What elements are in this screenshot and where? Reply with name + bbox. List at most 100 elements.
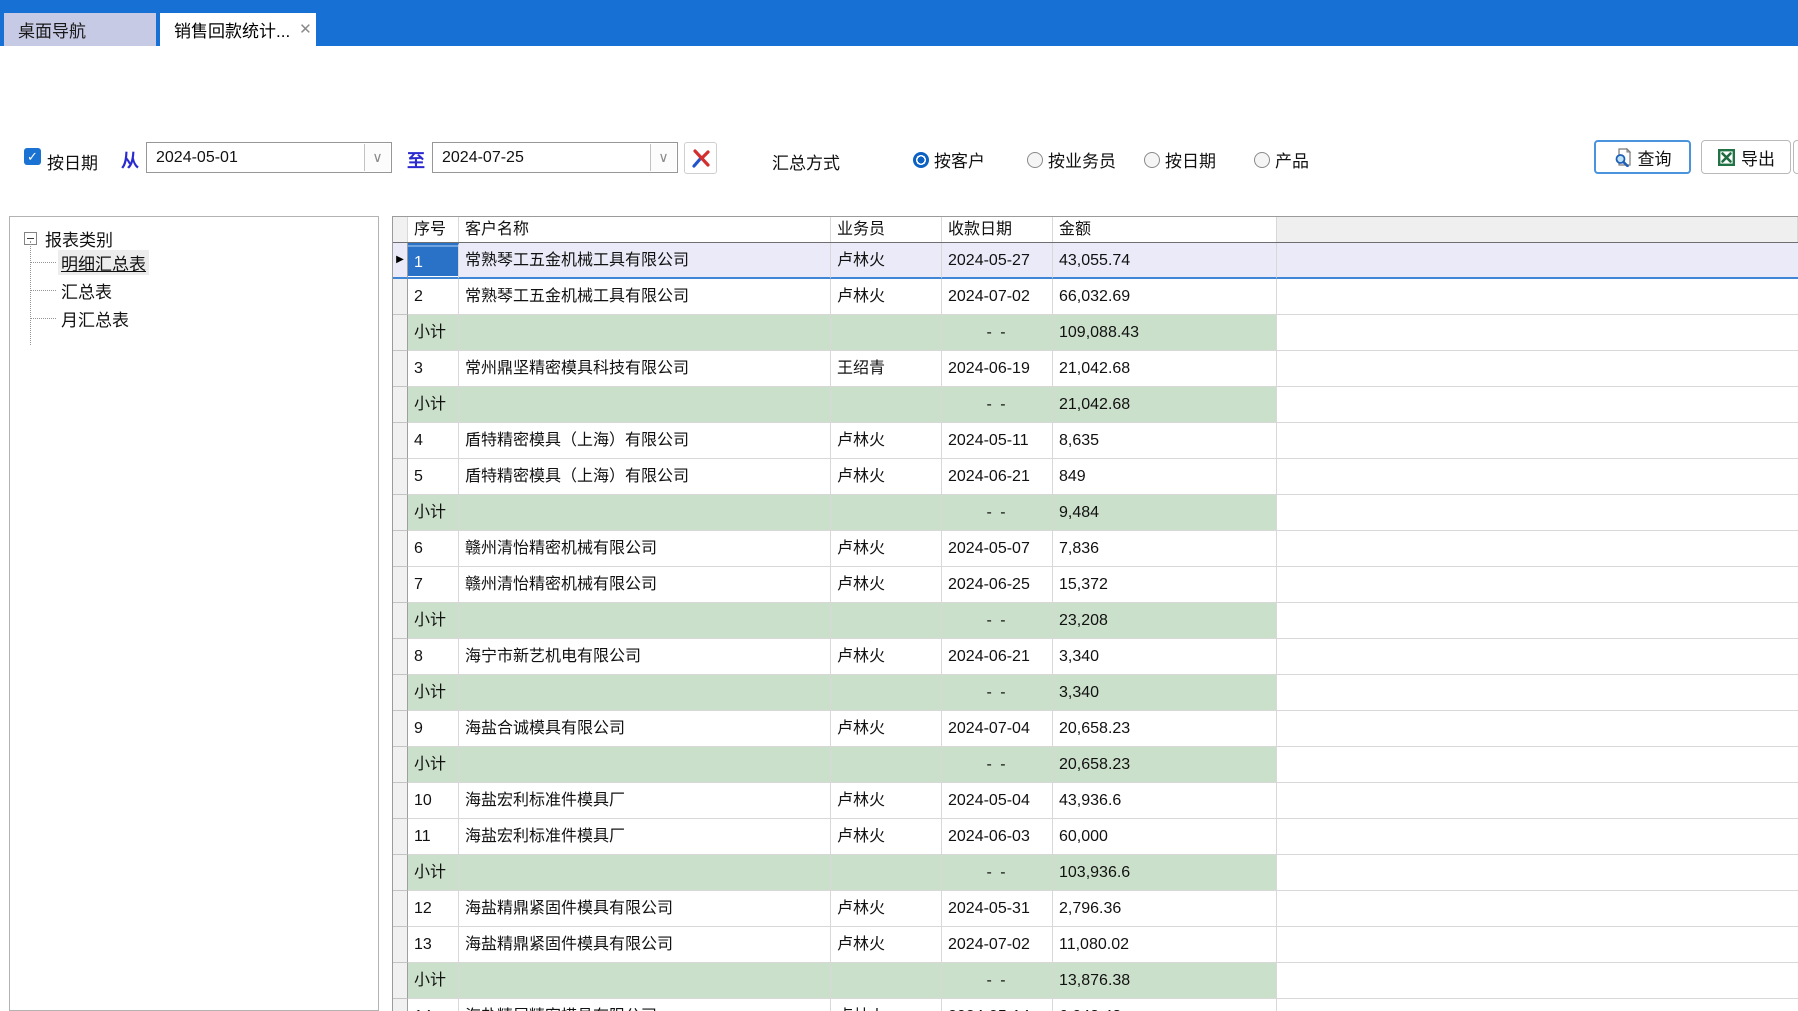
cell-salesperson[interactable] xyxy=(831,675,942,711)
cell-amount[interactable]: 7,836 xyxy=(1053,531,1277,567)
cell-date[interactable]: 2024-07-02 xyxy=(942,927,1053,963)
row-header-cell[interactable] xyxy=(393,387,408,423)
cell-no[interactable]: 小计 xyxy=(408,387,459,423)
row-header-cell[interactable] xyxy=(393,279,408,315)
tree-item-summary[interactable]: 汇总表 xyxy=(58,278,115,302)
table-row[interactable]: 11海盐宏利标准件模具厂卢林火2024-06-0360,000 xyxy=(393,819,1798,855)
cell-customer[interactable]: 盾特精密模具（上海）有限公司 xyxy=(459,423,831,459)
cell-no[interactable]: 小计 xyxy=(408,603,459,639)
cell-date[interactable]: 2024-06-21 xyxy=(942,639,1053,675)
cell-no[interactable]: 小计 xyxy=(408,855,459,891)
cell-customer[interactable]: 赣州清怡精密机械有限公司 xyxy=(459,531,831,567)
partial-hidden-button[interactable] xyxy=(1793,140,1798,174)
row-header-cell[interactable] xyxy=(393,351,408,387)
cell-customer[interactable] xyxy=(459,855,831,891)
col-header-amount[interactable]: 金额 xyxy=(1053,217,1277,242)
cell-date[interactable]: - - xyxy=(942,603,1053,639)
cell-customer[interactable] xyxy=(459,675,831,711)
row-header-cell[interactable] xyxy=(393,819,408,855)
row-header-cell[interactable] xyxy=(393,963,408,999)
cell-no[interactable]: 小计 xyxy=(408,315,459,351)
cell-customer[interactable]: 海盐宏利标准件模具厂 xyxy=(459,783,831,819)
subtotal-row[interactable]: 小计- -23,208 xyxy=(393,603,1798,639)
table-row[interactable]: ▶1常熟琴工五金机械工具有限公司卢林火2024-05-2743,055.74 xyxy=(393,243,1798,279)
cell-date[interactable]: - - xyxy=(942,855,1053,891)
row-header-cell[interactable] xyxy=(393,927,408,963)
row-header-cell[interactable] xyxy=(393,747,408,783)
table-row[interactable]: 2常熟琴工五金机械工具有限公司卢林火2024-07-0266,032.69 xyxy=(393,279,1798,315)
cell-date[interactable]: 2024-06-03 xyxy=(942,819,1053,855)
col-header-customer[interactable]: 客户名称 xyxy=(459,217,831,242)
cell-date[interactable]: 2024-06-21 xyxy=(942,459,1053,495)
cell-customer[interactable]: 海盐精鼎紧固件模具有限公司 xyxy=(459,891,831,927)
tree-item-detail-summary[interactable]: 明细汇总表 xyxy=(58,250,149,274)
by-date-checkbox[interactable]: ✓ xyxy=(24,148,41,165)
subtotal-row[interactable]: 小计- -21,042.68 xyxy=(393,387,1798,423)
cell-date[interactable]: - - xyxy=(942,963,1053,999)
cell-no[interactable]: 12 xyxy=(408,891,459,927)
cell-salesperson[interactable] xyxy=(831,495,942,531)
row-header-cell[interactable] xyxy=(393,639,408,675)
table-row[interactable]: 9海盐合诚模具有限公司卢林火2024-07-0420,658.23 xyxy=(393,711,1798,747)
cell-no[interactable]: 4 xyxy=(408,423,459,459)
cell-amount[interactable]: 43,936.6 xyxy=(1053,783,1277,819)
query-button[interactable]: 查询 xyxy=(1594,140,1691,174)
subtotal-row[interactable]: 小计- -13,876.38 xyxy=(393,963,1798,999)
cell-salesperson[interactable]: 卢林火 xyxy=(831,459,942,495)
row-header-cell[interactable] xyxy=(393,675,408,711)
chevron-down-icon[interactable]: ∨ xyxy=(364,144,390,171)
cell-date[interactable]: 2024-05-31 xyxy=(942,891,1053,927)
cell-salesperson[interactable] xyxy=(831,315,942,351)
cell-salesperson[interactable]: 卢林火 xyxy=(831,711,942,747)
row-header-cell[interactable] xyxy=(393,603,408,639)
cell-amount[interactable]: 9,484 xyxy=(1053,495,1277,531)
subtotal-row[interactable]: 小计- -20,658.23 xyxy=(393,747,1798,783)
radio-by-salesperson[interactable]: 按业务员 xyxy=(1027,147,1116,172)
cell-amount[interactable]: 849 xyxy=(1053,459,1277,495)
cell-no[interactable]: 5 xyxy=(408,459,459,495)
cell-customer[interactable] xyxy=(459,387,831,423)
cell-customer[interactable]: 海宁市新艺机电有限公司 xyxy=(459,639,831,675)
cell-amount[interactable]: 3,340 xyxy=(1053,639,1277,675)
cell-no[interactable]: 小计 xyxy=(408,675,459,711)
cell-customer[interactable]: 常州鼎坚精密模具科技有限公司 xyxy=(459,351,831,387)
cell-date[interactable]: - - xyxy=(942,387,1053,423)
cell-amount[interactable]: 21,042.68 xyxy=(1053,351,1277,387)
row-header-cell[interactable] xyxy=(393,459,408,495)
table-row[interactable]: 14海盐精展精密模具有限公司卢林火2024-05-146,048.48 xyxy=(393,999,1798,1011)
cell-amount[interactable]: 60,000 xyxy=(1053,819,1277,855)
cell-date[interactable]: - - xyxy=(942,747,1053,783)
cell-salesperson[interactable]: 卢林火 xyxy=(831,279,942,315)
cell-no[interactable]: 7 xyxy=(408,567,459,603)
cell-customer[interactable] xyxy=(459,747,831,783)
cell-customer[interactable]: 赣州清怡精密机械有限公司 xyxy=(459,567,831,603)
cell-amount[interactable]: 43,055.74 xyxy=(1053,243,1277,279)
cell-customer[interactable]: 常熟琴工五金机械工具有限公司 xyxy=(459,279,831,315)
cell-salesperson[interactable]: 卢林火 xyxy=(831,999,942,1011)
cell-customer[interactable] xyxy=(459,603,831,639)
cell-amount[interactable]: 20,658.23 xyxy=(1053,747,1277,783)
from-date-select[interactable]: 2024-05-01 ∨ xyxy=(146,142,392,173)
cell-customer[interactable]: 常熟琴工五金机械工具有限公司 xyxy=(459,243,831,279)
table-row[interactable]: 7赣州清怡精密机械有限公司卢林火2024-06-2515,372 xyxy=(393,567,1798,603)
cell-no[interactable]: 9 xyxy=(408,711,459,747)
cell-salesperson[interactable] xyxy=(831,387,942,423)
close-icon[interactable]: ✕ xyxy=(299,22,312,37)
cell-no[interactable]: 2 xyxy=(408,279,459,315)
row-header-cell[interactable] xyxy=(393,999,408,1011)
cell-no[interactable]: 11 xyxy=(408,819,459,855)
cell-salesperson[interactable]: 卢林火 xyxy=(831,639,942,675)
cell-date[interactable]: 2024-05-07 xyxy=(942,531,1053,567)
row-header-cell[interactable] xyxy=(393,783,408,819)
cell-customer[interactable]: 海盐精展精密模具有限公司 xyxy=(459,999,831,1011)
cell-amount[interactable]: 20,658.23 xyxy=(1053,711,1277,747)
subtotal-row[interactable]: 小计- -3,340 xyxy=(393,675,1798,711)
cell-date[interactable]: 2024-07-04 xyxy=(942,711,1053,747)
cell-salesperson[interactable]: 卢林火 xyxy=(831,891,942,927)
cell-salesperson[interactable]: 卢林火 xyxy=(831,783,942,819)
cell-salesperson[interactable]: 卢林火 xyxy=(831,531,942,567)
cell-no[interactable]: 10 xyxy=(408,783,459,819)
cell-date[interactable]: - - xyxy=(942,495,1053,531)
cell-salesperson[interactable] xyxy=(831,963,942,999)
cell-customer[interactable] xyxy=(459,315,831,351)
